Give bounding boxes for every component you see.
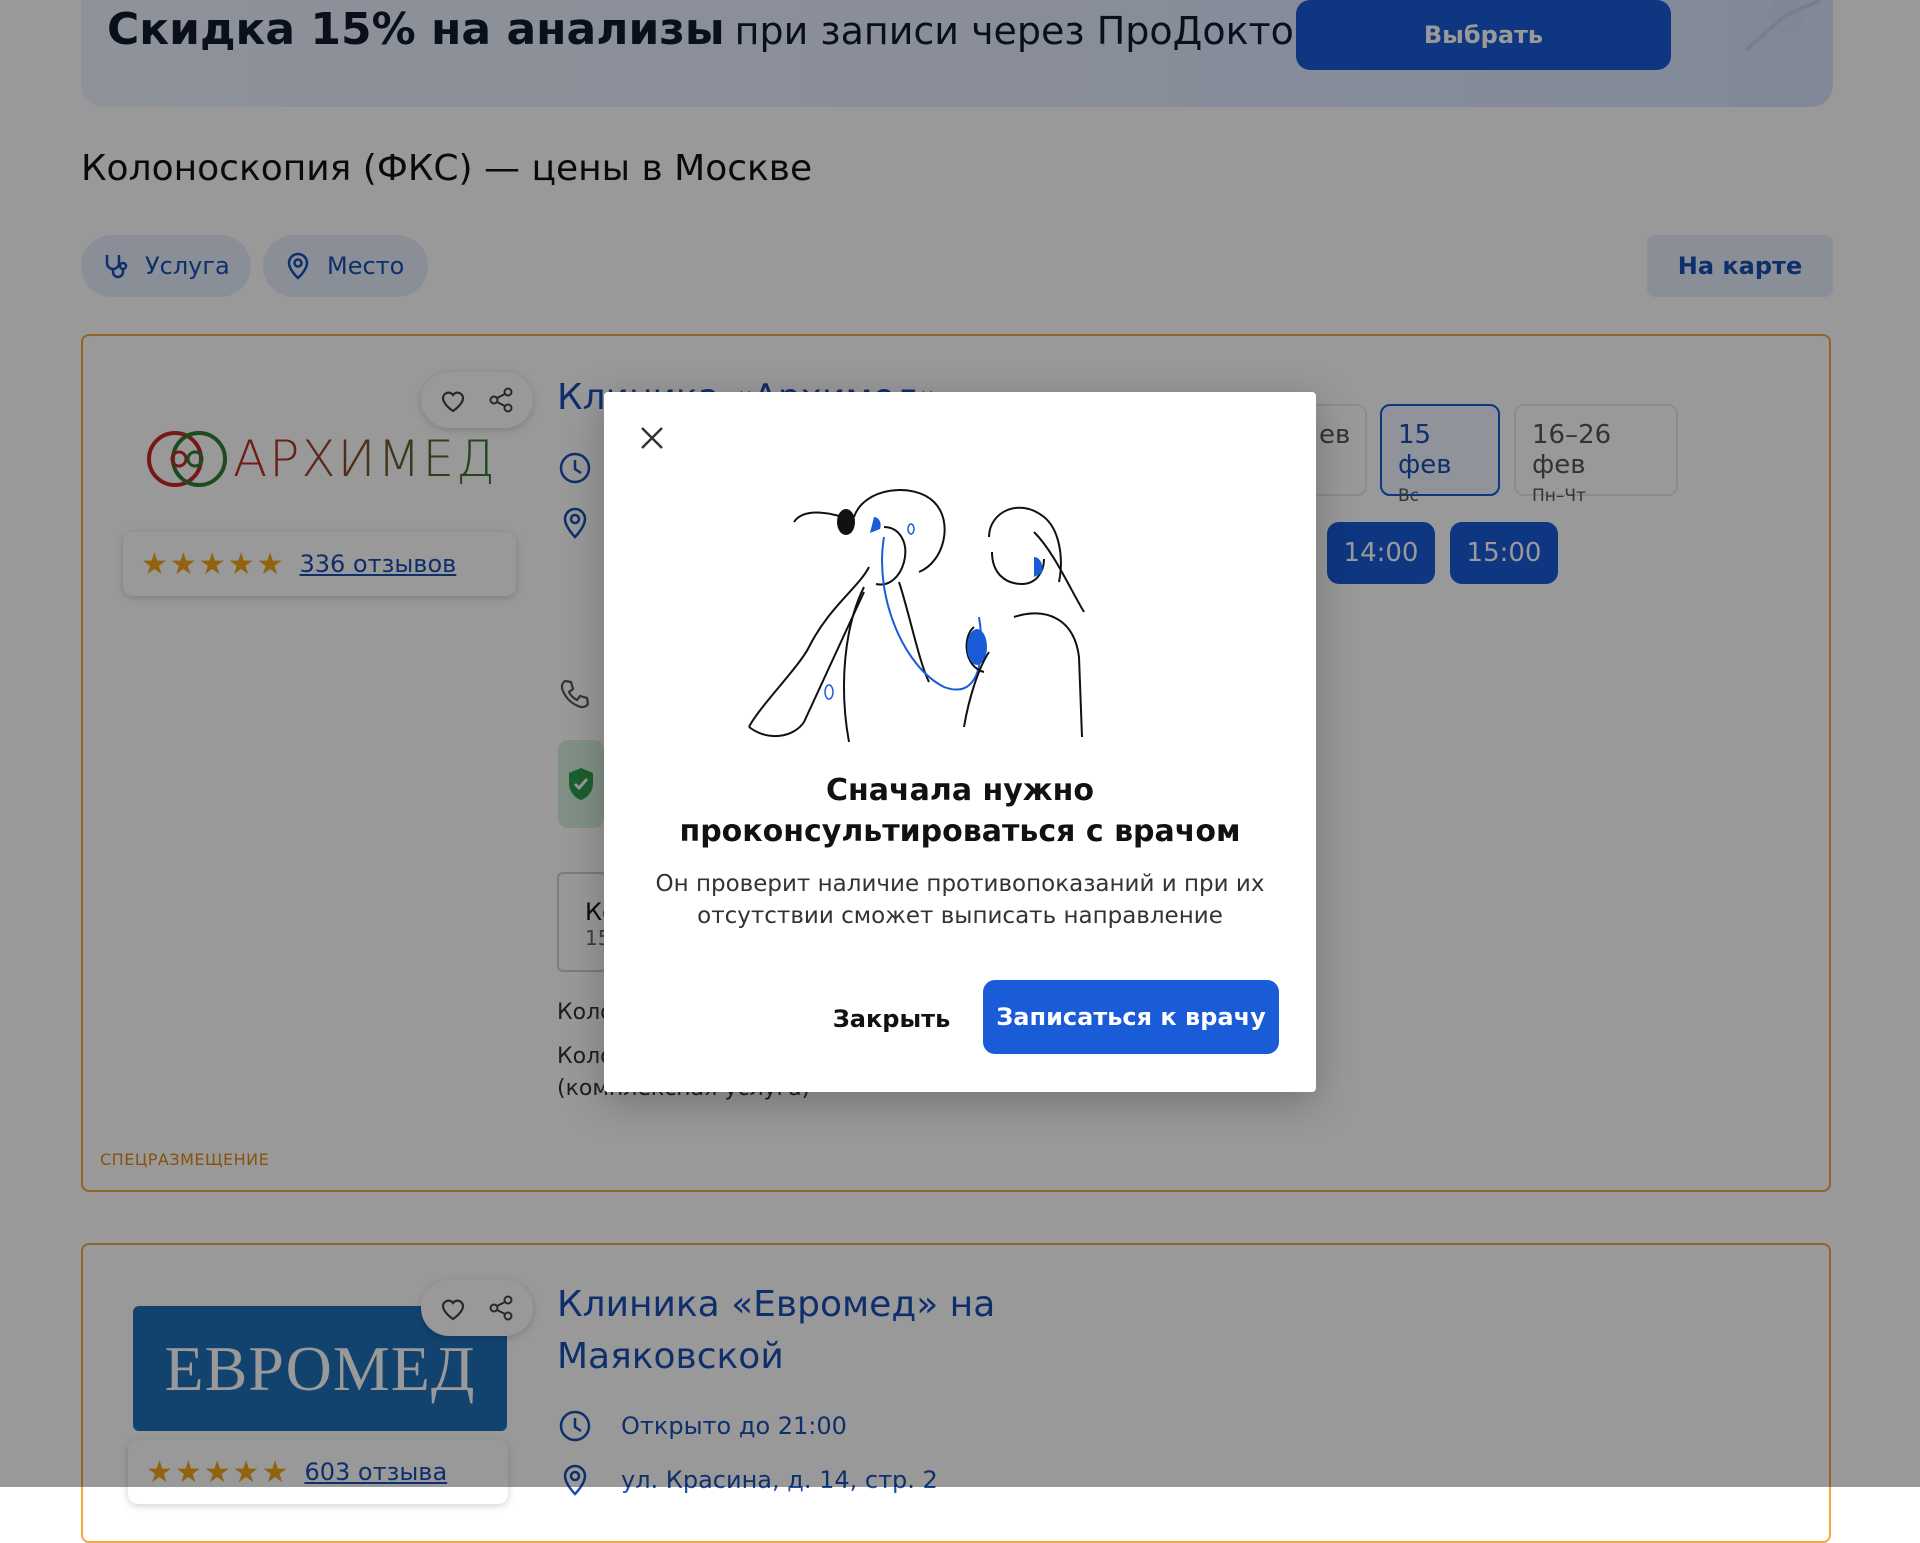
- modal-description: Он проверит наличие противопоказаний и п…: [655, 871, 1265, 929]
- close-icon[interactable]: [632, 418, 672, 458]
- doctor-patient-illustration-icon: [748, 489, 1085, 743]
- modal-close-button[interactable]: Закрыть: [814, 982, 969, 1056]
- modal-title: Сначала нужно проконсультироваться с вра…: [679, 773, 1241, 849]
- consultation-modal: Сначала нужно проконсультироваться с вра…: [604, 392, 1316, 1092]
- book-doctor-button[interactable]: Записаться к врачу: [983, 980, 1279, 1054]
